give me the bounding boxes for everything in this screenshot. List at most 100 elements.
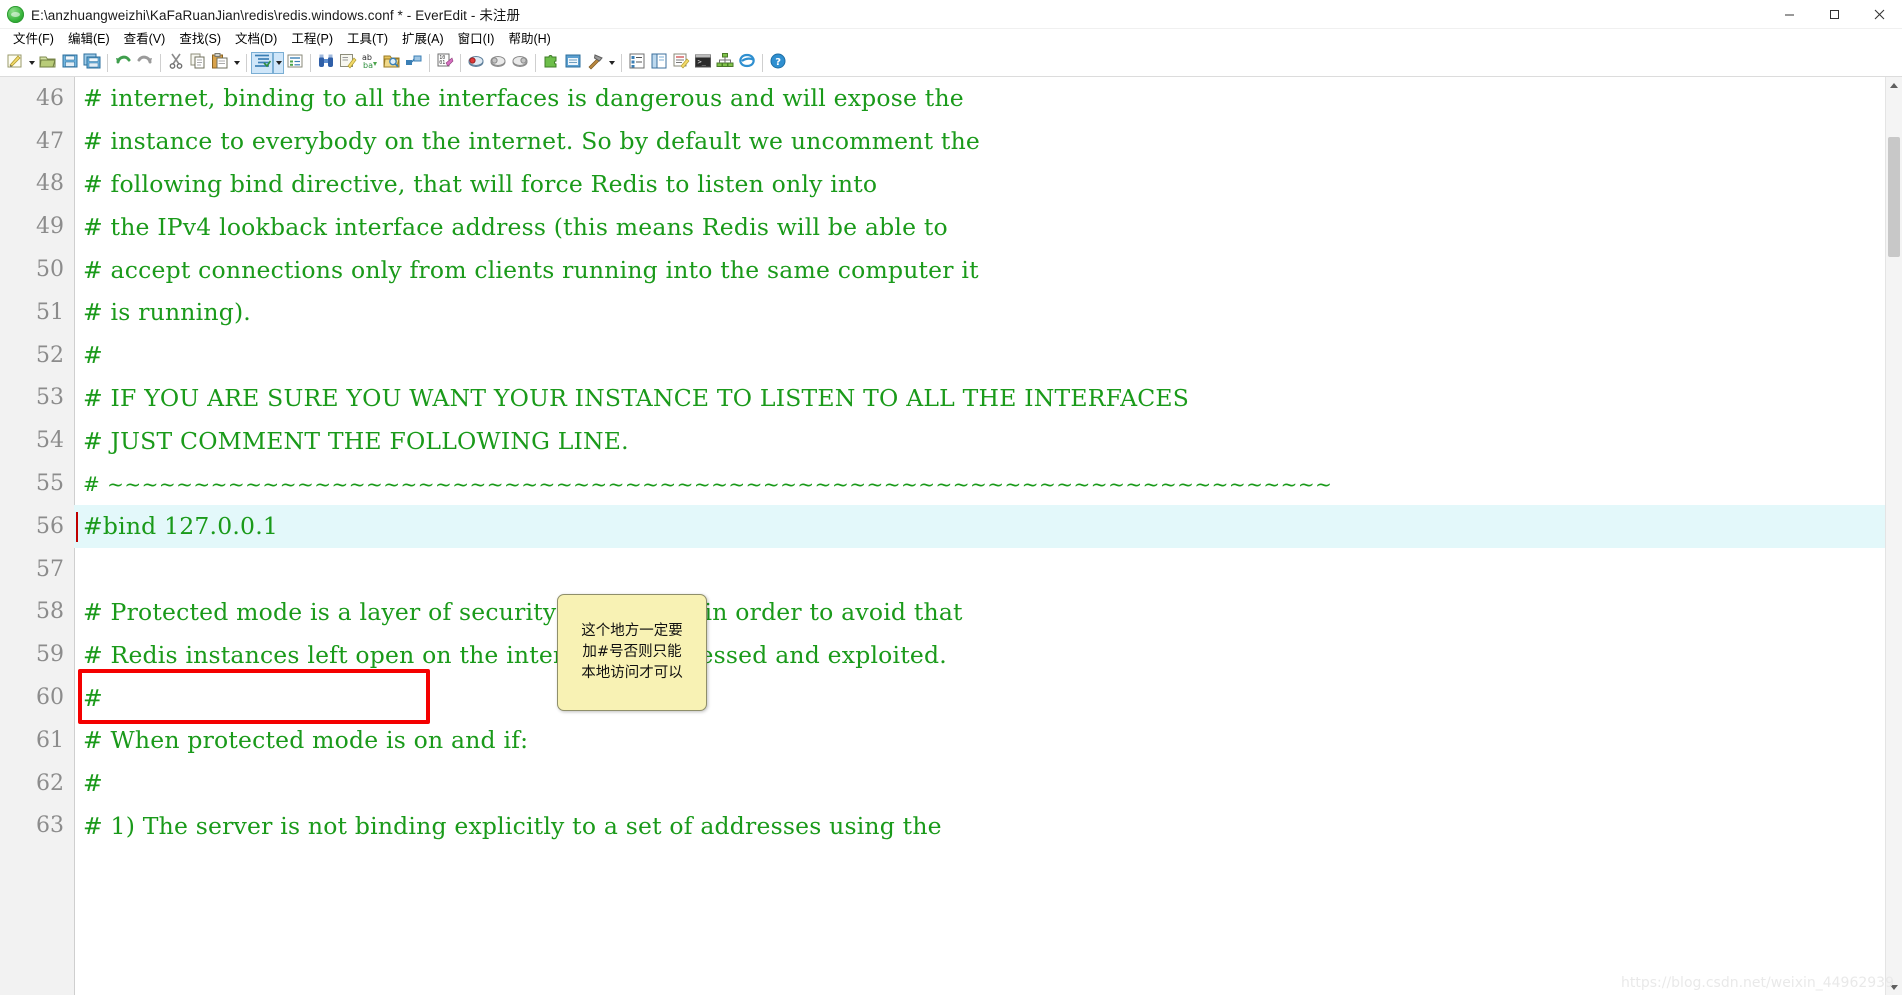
code-line[interactable]: 52 # bbox=[0, 334, 1886, 377]
line-text: # JUST COMMENT THE FOLLOWING LINE. bbox=[83, 426, 629, 455]
line-content[interactable] bbox=[74, 548, 1886, 591]
line-content[interactable]: # internet, binding to all the interface… bbox=[74, 77, 1886, 120]
toolbar-build[interactable] bbox=[584, 52, 606, 74]
toolbar-layout[interactable] bbox=[648, 52, 670, 74]
window-controls bbox=[1767, 0, 1902, 28]
line-content[interactable]: # instance to everybody on the internet.… bbox=[74, 120, 1886, 163]
code-line[interactable]: 49 # the IPv4 lookback interface address … bbox=[0, 205, 1886, 248]
toolbar-console[interactable]: >_ bbox=[692, 52, 714, 74]
toolbar-bookmark-toggle[interactable] bbox=[465, 52, 487, 74]
toolbar-bookmark-next[interactable] bbox=[509, 52, 531, 74]
code-line[interactable]: 60 # bbox=[0, 676, 1886, 719]
toolbar-sitemap[interactable] bbox=[714, 52, 736, 74]
toolbar-open[interactable] bbox=[37, 52, 59, 74]
line-content[interactable]: # bbox=[74, 334, 1886, 377]
line-content[interactable]: # When protected mode is on and if: bbox=[74, 719, 1886, 762]
maximize-button[interactable] bbox=[1812, 0, 1857, 28]
toolbar-new[interactable] bbox=[4, 52, 26, 74]
code-line[interactable]: 46 # internet, binding to all the interfa… bbox=[0, 77, 1886, 120]
toolbar-copy[interactable] bbox=[187, 52, 209, 74]
line-content[interactable]: # Protected mode is a layer of security … bbox=[74, 591, 1886, 634]
menu-addons[interactable]: 扩展(A) bbox=[395, 29, 451, 50]
toolbar-help[interactable]: ? bbox=[767, 52, 789, 74]
toolbar-column-mode[interactable]: 10 01 bbox=[434, 52, 456, 74]
toolbar-wrap[interactable] bbox=[284, 52, 306, 74]
code-line[interactable]: 54 # JUST COMMENT THE FOLLOWING LINE. bbox=[0, 419, 1886, 462]
menu-document[interactable]: 文档(D) bbox=[228, 29, 284, 50]
code-lines[interactable]: 46 # internet, binding to all the interfa… bbox=[0, 77, 1886, 995]
code-line[interactable]: 53 # IF YOU ARE SURE YOU WANT YOUR INSTAN… bbox=[0, 377, 1886, 420]
toolbar-redo[interactable] bbox=[134, 52, 156, 74]
code-line[interactable]: 55 # ~~~~~~~~~~~~~~~~~~~~~~~~~~~~~~~~~~~~… bbox=[0, 462, 1886, 505]
line-text: # Redis instances left open on the inter… bbox=[83, 640, 947, 669]
line-content[interactable]: # is running). bbox=[74, 291, 1886, 334]
line-content[interactable]: # JUST COMMENT THE FOLLOWING LINE. bbox=[74, 419, 1886, 462]
line-content[interactable]: # bbox=[74, 762, 1886, 805]
code-line[interactable]: 50 # accept connections only from clients… bbox=[0, 248, 1886, 291]
code-line[interactable]: 59 # Redis instances left open on the int… bbox=[0, 633, 1886, 676]
toolbar-save[interactable] bbox=[59, 52, 81, 74]
line-content[interactable]: # accept connections only from clients r… bbox=[74, 248, 1886, 291]
bookmark-red-icon bbox=[467, 52, 485, 75]
line-text: # internet, binding to all the interface… bbox=[83, 84, 964, 113]
line-content[interactable]: # 1) The server is not binding explicitl… bbox=[74, 805, 1886, 848]
menu-search[interactable]: 查找(S) bbox=[172, 29, 228, 50]
line-content[interactable]: # the IPv4 lookback interface address (t… bbox=[74, 205, 1886, 248]
code-line[interactable]: 62 # bbox=[0, 762, 1886, 805]
toolbar-new-dropdown[interactable] bbox=[26, 52, 37, 74]
scroll-up-arrow-icon[interactable] bbox=[1886, 77, 1902, 93]
code-line[interactable]: 58 # Protected mode is a layer of securit… bbox=[0, 591, 1886, 634]
menu-window[interactable]: 窗口(I) bbox=[451, 29, 502, 50]
menu-view[interactable]: 查看(V) bbox=[117, 29, 173, 50]
code-line[interactable]: 48 # following bind directive, that will … bbox=[0, 163, 1886, 206]
toolbar-plugins[interactable] bbox=[540, 52, 562, 74]
toolbar-properties[interactable] bbox=[626, 52, 648, 74]
scrollbar-thumb[interactable] bbox=[1888, 137, 1900, 257]
line-content[interactable]: # following bind directive, that will fo… bbox=[74, 163, 1886, 206]
toolbar-mark[interactable] bbox=[403, 52, 425, 74]
toolbar-separator-2 bbox=[160, 54, 161, 72]
toolbar-format[interactable] bbox=[251, 52, 273, 74]
line-number: 53 bbox=[36, 385, 64, 411]
line-content[interactable]: # IF YOU ARE SURE YOU WANT YOUR INSTANCE… bbox=[74, 377, 1886, 420]
vertical-scrollbar[interactable] bbox=[1885, 77, 1902, 995]
menu-project[interactable]: 工程(P) bbox=[284, 29, 340, 50]
code-line[interactable]: 61 # When protected mode is on and if: bbox=[0, 719, 1886, 762]
toolbar-separator-3 bbox=[246, 54, 247, 72]
code-line[interactable]: 51 # is running). bbox=[0, 291, 1886, 334]
line-content[interactable]: # Redis instances left open on the inter… bbox=[74, 633, 1886, 676]
toolbar-bookmark-prev[interactable] bbox=[487, 52, 509, 74]
toolbar-find[interactable] bbox=[315, 52, 337, 74]
minimize-button[interactable] bbox=[1767, 0, 1812, 28]
line-number: 62 bbox=[36, 770, 64, 796]
toolbar-format-dropdown[interactable] bbox=[273, 52, 284, 74]
editor-area[interactable]: 46 # internet, binding to all the interfa… bbox=[0, 77, 1902, 995]
code-line[interactable]: 63 # 1) The server is not binding explici… bbox=[0, 805, 1886, 848]
toolbar-paste-dropdown[interactable] bbox=[231, 52, 242, 74]
code-line[interactable]: 47 # instance to everybody on the interne… bbox=[0, 120, 1886, 163]
line-text: #bind 127.0.0.1 bbox=[83, 512, 279, 541]
line-content[interactable]: # ~~~~~~~~~~~~~~~~~~~~~~~~~~~~~~~~~~~~~~… bbox=[74, 462, 1886, 505]
toolbar-edit-doc[interactable] bbox=[670, 52, 692, 74]
line-content[interactable]: # bbox=[74, 676, 1886, 719]
line-content[interactable]: #bind 127.0.0.1 bbox=[74, 504, 1886, 548]
toolbar-replace[interactable] bbox=[337, 52, 359, 74]
toolbar-panel[interactable] bbox=[562, 52, 584, 74]
close-button[interactable] bbox=[1857, 0, 1902, 28]
toolbar-find-in-files[interactable] bbox=[381, 52, 403, 74]
toolbar-save-all[interactable] bbox=[81, 52, 103, 74]
menu-tools[interactable]: 工具(T) bbox=[340, 29, 395, 50]
svg-text:01: 01 bbox=[439, 60, 445, 66]
toolbar-cut[interactable] bbox=[165, 52, 187, 74]
menu-help[interactable]: 帮助(H) bbox=[501, 29, 557, 50]
toolbar-find-next[interactable]: ab ba bbox=[359, 52, 381, 74]
menu-edit[interactable]: 编辑(E) bbox=[61, 29, 117, 50]
toolbar-preview-browser[interactable] bbox=[736, 52, 758, 74]
find-in-folder-icon bbox=[383, 52, 401, 75]
code-line[interactable]: 56 #bind 127.0.0.1 bbox=[0, 504, 1886, 548]
toolbar-build-dropdown[interactable] bbox=[606, 52, 617, 74]
menu-file[interactable]: 文件(F) bbox=[6, 29, 61, 50]
toolbar-undo[interactable] bbox=[112, 52, 134, 74]
toolbar-paste[interactable] bbox=[209, 52, 231, 74]
code-line[interactable]: 57 bbox=[0, 548, 1886, 591]
